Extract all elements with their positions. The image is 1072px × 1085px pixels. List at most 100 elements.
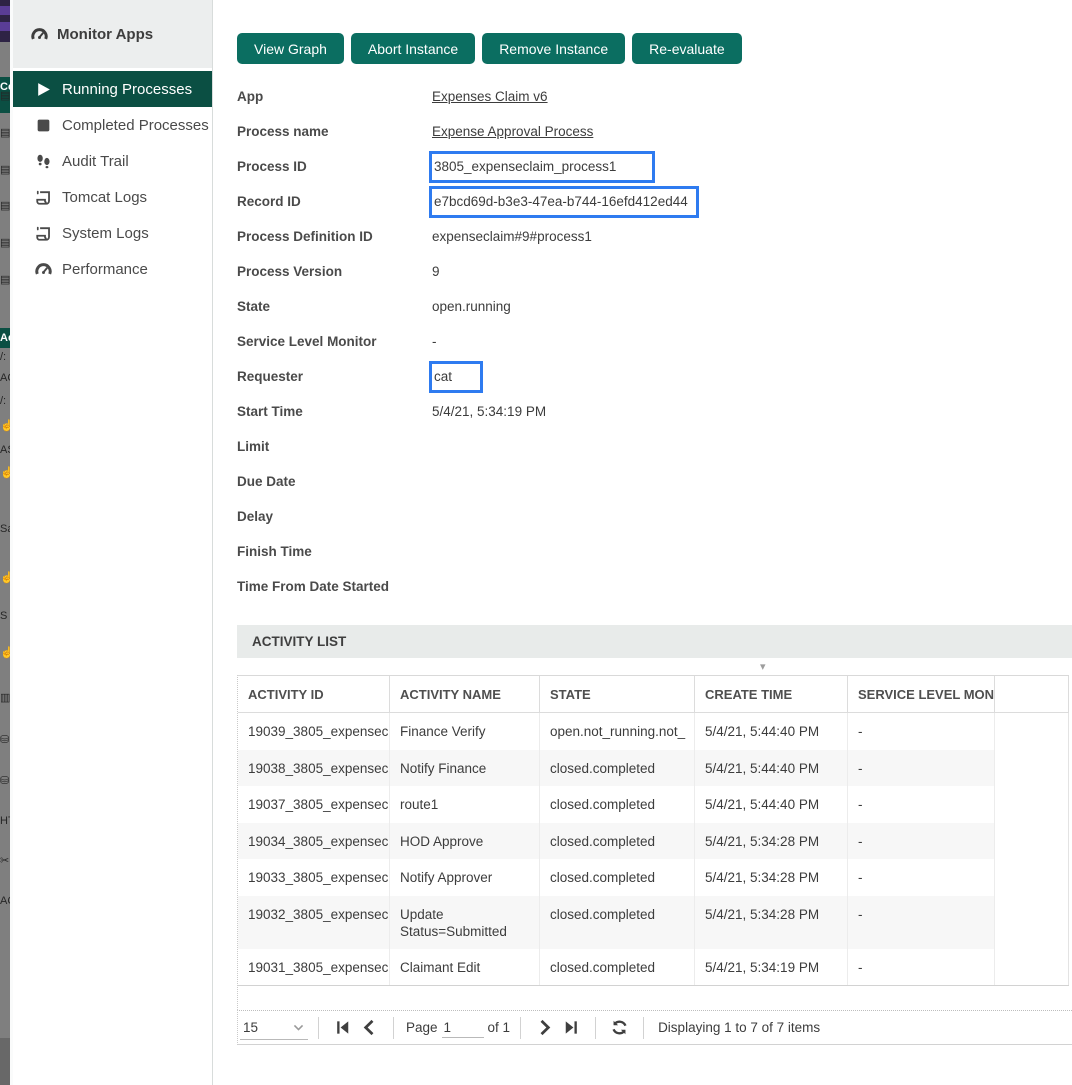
remove-instance-button[interactable]: Remove Instance bbox=[482, 33, 625, 64]
cell-filler bbox=[995, 859, 1069, 896]
sidebar-header: Monitor Apps bbox=[13, 0, 212, 68]
cell-service-level-monitor: - bbox=[848, 896, 995, 949]
process-toolbar: View GraphAbort InstanceRemove InstanceR… bbox=[237, 33, 742, 64]
cell-state: open.not_running.not_ bbox=[540, 713, 695, 750]
table-row: 19038_3805_expensecNotify Financeclosed.… bbox=[238, 750, 1069, 787]
page-count-label: of 1 bbox=[488, 1020, 511, 1035]
re-evaluate-button[interactable]: Re-evaluate bbox=[632, 33, 742, 64]
edge-strip-glyph: ▤ bbox=[0, 90, 10, 102]
field-label: Process Definition ID bbox=[237, 229, 432, 244]
sidebar-item-label: Performance bbox=[62, 261, 148, 278]
column-header-create-time[interactable]: CREATE TIME bbox=[695, 676, 848, 712]
field-value: cat bbox=[434, 369, 452, 384]
detail-row-due-date: Due Date bbox=[237, 464, 1017, 499]
cell-create-time: 5/4/21, 5:34:19 PM bbox=[695, 949, 848, 986]
paginator: 15 Page of 1 Displaying 1 to 7 of 7 item… bbox=[237, 1010, 1072, 1045]
table-row: 19034_3805_expensecHOD Approveclosed.com… bbox=[238, 823, 1069, 860]
cell-filler bbox=[995, 949, 1069, 986]
cell-service-level-monitor: - bbox=[848, 949, 995, 986]
edge-strip-glyph: ☝ bbox=[0, 467, 10, 479]
edge-strip-glyph: ▤ bbox=[0, 164, 10, 176]
gauge-icon bbox=[31, 26, 48, 43]
field-value: expenseclaim#9#process1 bbox=[432, 229, 592, 244]
page-label: Page bbox=[406, 1020, 438, 1035]
edge-strip-glyph: ▤ bbox=[0, 274, 10, 286]
column-header-activity-name[interactable]: ACTIVITY NAME bbox=[390, 676, 540, 712]
first-page-icon[interactable] bbox=[334, 1019, 351, 1036]
detail-row-delay: Delay bbox=[237, 499, 1017, 534]
edge-strip-glyph: HT bbox=[0, 815, 10, 827]
field-value-link[interactable]: Expense Approval Process bbox=[432, 124, 593, 139]
field-label: Limit bbox=[237, 439, 432, 454]
edge-strip-glyph: AC bbox=[0, 895, 10, 907]
cell-activity-id: 19033_3805_expensec bbox=[238, 859, 390, 896]
cell-create-time: 5/4/21, 5:34:28 PM bbox=[695, 896, 848, 949]
edge-strip-glyph: Sa bbox=[0, 523, 10, 535]
edge-strip-tab: Ac bbox=[0, 328, 10, 348]
edge-strip-glyph: /: bbox=[0, 351, 10, 363]
cropped-edge-strip: CoAc▤▤▤▤▤▤/:AC/:☝AS☝Sa☝S☝▥⛁⛁HT✂AC bbox=[0, 0, 10, 1085]
column-header-state[interactable]: STATE bbox=[540, 676, 695, 712]
detail-row-process-name: Process nameExpense Approval Process bbox=[237, 114, 1017, 149]
sidebar-item-completed-processes[interactable]: Completed Processes bbox=[13, 107, 212, 143]
field-label: Start Time bbox=[237, 404, 432, 419]
cell-activity-name: Finance Verify bbox=[390, 713, 540, 750]
field-label: Record ID bbox=[237, 194, 432, 209]
page-number-input[interactable] bbox=[442, 1017, 484, 1038]
refresh-icon[interactable] bbox=[611, 1019, 628, 1036]
table-row: 19031_3805_expensecClaimant Editclosed.c… bbox=[238, 949, 1069, 986]
detail-row-finish-time: Finish Time bbox=[237, 534, 1017, 569]
cell-state: closed.completed bbox=[540, 786, 695, 823]
field-label: Process Version bbox=[237, 264, 432, 279]
sidebar-item-audit-trail[interactable]: Audit Trail bbox=[13, 143, 212, 179]
detail-row-requester: Requestercat bbox=[237, 359, 1017, 394]
activity-table-body: 19039_3805_expensecFinance Verifyopen.no… bbox=[238, 713, 1069, 985]
detail-row-time-from-date-started: Time From Date Started bbox=[237, 569, 1017, 604]
column-header-service-level-monitor[interactable]: SERVICE LEVEL MONITOR bbox=[848, 676, 995, 712]
cell-service-level-monitor: - bbox=[848, 786, 995, 823]
cell-create-time: 5/4/21, 5:34:28 PM bbox=[695, 823, 848, 860]
edge-strip-footer bbox=[0, 1038, 10, 1085]
cell-state: closed.completed bbox=[540, 859, 695, 896]
detail-row-limit: Limit bbox=[237, 429, 1017, 464]
view-graph-button[interactable]: View Graph bbox=[237, 33, 344, 64]
cell-activity-id: 19038_3805_expensec bbox=[238, 750, 390, 787]
field-label: Requester bbox=[237, 369, 432, 384]
page-size-select[interactable]: 15 bbox=[240, 1015, 308, 1040]
field-label: Service Level Monitor bbox=[237, 334, 432, 349]
sidebar-item-performance[interactable]: Performance bbox=[13, 251, 212, 287]
detail-row-process-version: Process Version9 bbox=[237, 254, 1017, 289]
last-page-icon[interactable] bbox=[563, 1019, 580, 1036]
edge-strip-glyph: ☝ bbox=[0, 647, 10, 659]
detail-row-record-id: Record IDe7bcd69d-b3e3-47ea-b744-16efd41… bbox=[237, 184, 1017, 219]
edge-strip-glyph: ▤ bbox=[0, 200, 10, 212]
process-details: AppExpenses Claim v6Process nameExpense … bbox=[237, 79, 1017, 604]
column-header-activity-id[interactable]: ACTIVITY ID bbox=[238, 676, 390, 712]
sidebar-item-running-processes[interactable]: Running Processes bbox=[13, 71, 212, 107]
table-footer-gap bbox=[237, 985, 1072, 1010]
field-label: Time From Date Started bbox=[237, 579, 432, 594]
detail-row-app: AppExpenses Claim v6 bbox=[237, 79, 1017, 114]
divider bbox=[595, 1017, 596, 1039]
sidebar-item-label: Audit Trail bbox=[62, 153, 129, 170]
cell-service-level-monitor: - bbox=[848, 713, 995, 750]
field-value-link[interactable]: Expenses Claim v6 bbox=[432, 89, 548, 104]
sidebar-item-tomcat-logs[interactable]: Tomcat Logs bbox=[13, 179, 212, 215]
cell-activity-id: 19031_3805_expensec bbox=[238, 949, 390, 986]
field-label: Process name bbox=[237, 124, 432, 139]
detail-row-state: Stateopen.running bbox=[237, 289, 1017, 324]
cell-create-time: 5/4/21, 5:34:28 PM bbox=[695, 859, 848, 896]
edge-strip-glyph: /: bbox=[0, 395, 10, 407]
detail-row-start-time: Start Time5/4/21, 5:34:19 PM bbox=[237, 394, 1017, 429]
prev-page-icon[interactable] bbox=[361, 1019, 378, 1036]
edge-strip-glyph: ☝ bbox=[0, 420, 10, 432]
edge-strip-glyph: S bbox=[0, 610, 10, 622]
next-page-icon[interactable] bbox=[536, 1019, 553, 1036]
field-value: e7bcd69d-b3e3-47ea-b744-16efd412ed44 bbox=[434, 194, 688, 209]
edge-strip-glyph: ▥ bbox=[0, 692, 10, 704]
divider bbox=[393, 1017, 394, 1039]
abort-instance-button[interactable]: Abort Instance bbox=[351, 33, 475, 64]
edge-strip-glyph: ☝ bbox=[0, 572, 10, 584]
table-row: 19032_3805_expensecUpdate Status=Submitt… bbox=[238, 896, 1069, 949]
sidebar-item-system-logs[interactable]: System Logs bbox=[13, 215, 212, 251]
